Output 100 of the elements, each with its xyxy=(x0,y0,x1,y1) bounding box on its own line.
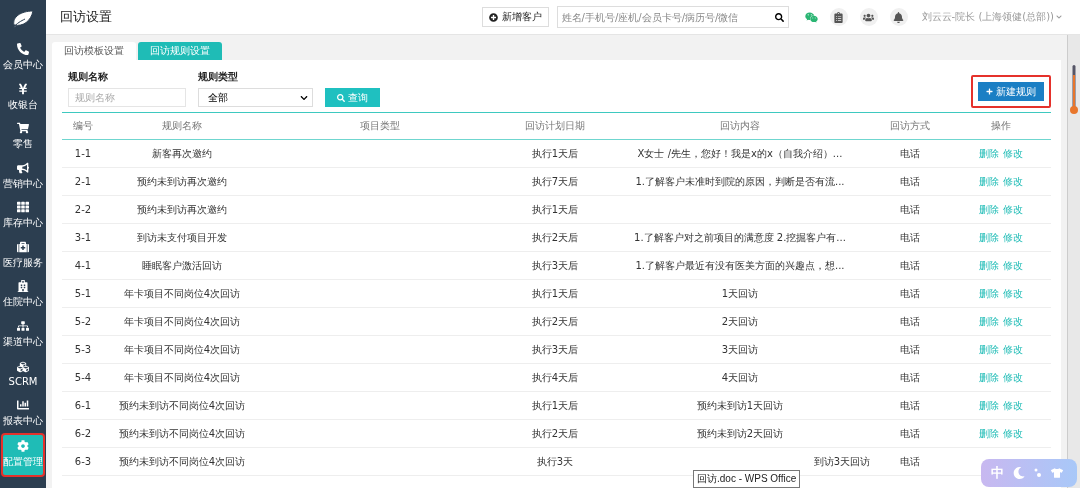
sidebar-label: 住院中心 xyxy=(3,295,43,310)
sidebar-item[interactable]: 医疗服务 xyxy=(0,235,46,275)
action-link[interactable]: 删除 xyxy=(978,370,999,385)
user-menu[interactable]: 刘云云-院长 (上海领健(总部)) xyxy=(921,10,1062,24)
table-cell: 电话 xyxy=(900,258,920,273)
action-link[interactable]: 修改 xyxy=(1002,258,1023,273)
new-rule-button[interactable]: 新建规则 xyxy=(978,82,1044,101)
sidebar-label: 库存中心 xyxy=(3,216,43,231)
plus-icon xyxy=(488,12,498,22)
sidebar-item[interactable]: 住院中心 xyxy=(0,275,46,315)
table-cell: 6-1 xyxy=(74,400,92,411)
sidebar-item[interactable]: 渠道中心 xyxy=(0,314,46,354)
sidebar-label: 零售 xyxy=(13,137,33,152)
column-header: 回访计划日期 xyxy=(525,118,585,133)
table-cell: 1.了解客户对之前项目的满意度 2.挖掘客户有... xyxy=(634,230,846,245)
grid-icon xyxy=(17,201,29,214)
table-cell: 5-1 xyxy=(74,288,92,299)
tab[interactable]: 回访模板设置 xyxy=(52,42,136,60)
table-cell: 执行2天后 xyxy=(531,230,579,245)
shirt-icon xyxy=(1051,467,1063,479)
bell-icon[interactable] xyxy=(889,8,908,26)
action-link[interactable]: 修改 xyxy=(1002,398,1023,413)
thermometer-icon xyxy=(1070,65,1078,115)
clipboard-icon[interactable] xyxy=(829,8,848,26)
megaphone-icon xyxy=(17,161,29,174)
query-button[interactable]: 查询 xyxy=(325,88,380,107)
action-link[interactable]: 删除 xyxy=(978,398,999,413)
table-cell: 新客再次邀约 xyxy=(152,146,212,161)
table-cell: 电话 xyxy=(900,286,920,301)
action-link[interactable]: 删除 xyxy=(978,174,999,189)
gear-icon xyxy=(17,440,29,453)
table-cell: 执行1天后 xyxy=(531,398,579,413)
chevron-icon xyxy=(1056,14,1062,20)
sidebar-label: 渠道中心 xyxy=(3,334,43,349)
table-cell: 3天回访 xyxy=(721,342,759,357)
sidebar-item[interactable]: 报表中心 xyxy=(0,393,46,433)
rule-type-select[interactable]: 全部 xyxy=(198,88,313,107)
action-link[interactable]: 删除 xyxy=(978,202,999,217)
table-cell: 执行2天后 xyxy=(531,426,579,441)
action-link[interactable]: 修改 xyxy=(1002,286,1023,301)
action-link[interactable]: 删除 xyxy=(978,230,999,245)
bar-chart-icon xyxy=(17,398,29,411)
tooltip: 回访.doc - WPS Office xyxy=(693,470,801,488)
sidebar-item[interactable]: 配置管理 xyxy=(3,435,43,475)
table-cell: 5-4 xyxy=(74,372,92,383)
sidebar-item[interactable]: 营销中心 xyxy=(0,156,46,196)
table-cell: 6-3 xyxy=(74,456,92,467)
action-link[interactable]: 修改 xyxy=(1002,314,1023,329)
table-cell: 电话 xyxy=(900,342,920,357)
rule-name-field[interactable]: 规则名称 xyxy=(68,88,186,107)
sidebar-item[interactable]: SCRM xyxy=(0,354,46,394)
table-cell: 预约未到访1天回访 xyxy=(696,398,784,413)
column-header: 编号 xyxy=(73,118,93,133)
action-link[interactable]: 修改 xyxy=(1002,174,1023,189)
action-link[interactable]: 删除 xyxy=(978,286,999,301)
sidebar-item[interactable]: 零售 xyxy=(0,117,46,157)
action-link[interactable]: 修改 xyxy=(1002,370,1023,385)
action-link[interactable]: 删除 xyxy=(978,146,999,161)
table-cell: 5-3 xyxy=(74,344,92,355)
table-cell: 1.了解客户未准时到院的原因，判断是否有流... xyxy=(635,174,845,189)
action-link[interactable]: 删除 xyxy=(978,426,999,441)
sidebar-item[interactable]: 库存中心 xyxy=(0,196,46,236)
sidebar-item[interactable]: 会员中心 xyxy=(0,38,46,78)
action-link[interactable]: 修改 xyxy=(1002,426,1023,441)
yen-icon xyxy=(17,82,29,95)
moon-icon xyxy=(1013,467,1025,479)
column-header: 项目类型 xyxy=(360,118,400,133)
action-link[interactable]: 修改 xyxy=(1002,146,1023,161)
sidebar-item[interactable]: 收银台 xyxy=(0,77,46,117)
chevron-icon xyxy=(300,93,308,102)
table-cell: 预约未到访再次邀约 xyxy=(137,202,227,217)
tab[interactable]: 回访规则设置 xyxy=(138,42,222,60)
chat-icon[interactable] xyxy=(804,10,818,24)
scrollbar[interactable] xyxy=(1067,35,1080,488)
ime-mode: 中 xyxy=(991,464,1004,482)
search-field[interactable]: 姓名/手机号/座机/会员卡号/病历号/微信 xyxy=(556,6,789,28)
table-cell: 电话 xyxy=(900,174,920,189)
users-icon[interactable] xyxy=(859,8,878,26)
action-link[interactable]: 修改 xyxy=(1002,202,1023,217)
field-label: 规则名称 xyxy=(68,70,109,84)
table-cell: 5-2 xyxy=(74,316,92,327)
leaf-logo xyxy=(11,9,35,29)
table-cell: 预约未到访再次邀约 xyxy=(137,174,227,189)
ime-toolbar[interactable]: 中 xyxy=(981,459,1077,487)
new-customer-button[interactable]: 新增客户 xyxy=(481,7,549,27)
table-cell: 电话 xyxy=(900,398,920,413)
table-cell: 2-1 xyxy=(74,176,92,187)
action-link[interactable]: 删除 xyxy=(978,258,999,273)
action-link[interactable]: 修改 xyxy=(1002,230,1023,245)
table-cell: 执行2天后 xyxy=(531,314,579,329)
table-cell: 年卡项目不同岗位4次回访 xyxy=(123,342,241,357)
table-cell: 2-2 xyxy=(74,204,92,215)
table-cell: 年卡项目不同岗位4次回访 xyxy=(123,314,241,329)
sidebar-label: 报表中心 xyxy=(3,413,43,428)
action-link[interactable]: 删除 xyxy=(978,314,999,329)
table-cell: 电话 xyxy=(900,146,920,161)
table-cell: 预约未到访不同岗位4次回访 xyxy=(118,454,246,469)
table-cell: 电话 xyxy=(900,426,920,441)
action-link[interactable]: 删除 xyxy=(978,342,999,357)
action-link[interactable]: 修改 xyxy=(1002,342,1023,357)
